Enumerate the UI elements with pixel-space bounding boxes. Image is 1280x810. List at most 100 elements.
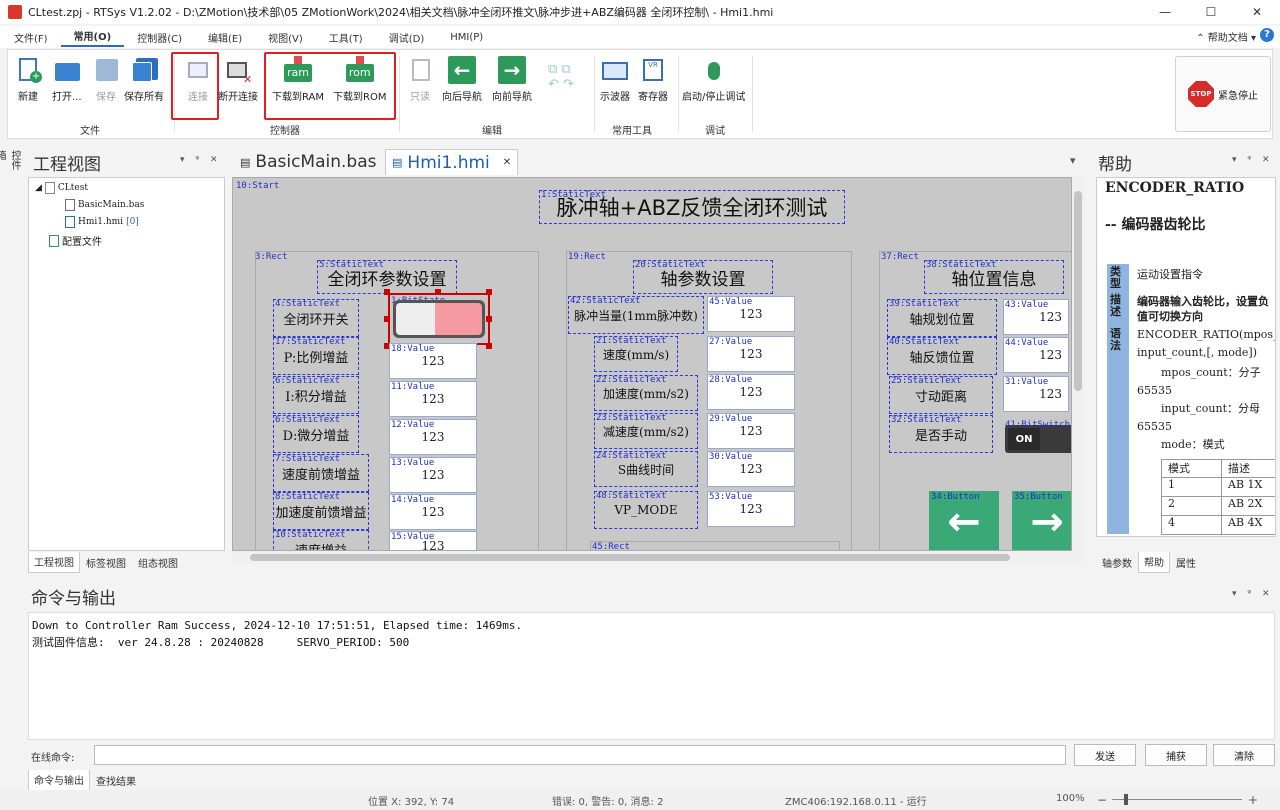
hmi-tab-icon: ▤ xyxy=(392,156,403,169)
bitstate-toggle[interactable] xyxy=(393,300,485,338)
static-p-gain[interactable]: P:比例增益 xyxy=(273,337,359,375)
zoom-slider[interactable] xyxy=(1112,799,1242,800)
hmi-design-canvas[interactable]: 10:Start 1:StaticText 脉冲轴+ABZ反馈全闭环测试 3:R… xyxy=(232,177,1072,551)
value-label: 13:Value xyxy=(391,458,435,468)
bitswitch-label: 41:BitSwitch xyxy=(1005,420,1071,430)
menu-common[interactable]: 常用(O) xyxy=(60,28,125,47)
canvas-horizontal-scrollbar[interactable] xyxy=(232,551,1084,564)
static-vp-mode[interactable]: VP_MODE xyxy=(594,491,698,529)
register-button[interactable]: VR 寄存器 xyxy=(638,56,668,103)
table-row: 1 AB 1X xyxy=(1161,478,1275,497)
undo-redo-icons[interactable]: ⧉ ⧉ ↶ ↷ xyxy=(548,62,574,92)
tree-file-hmi[interactable]: Hmi1.hmi [0] xyxy=(65,216,139,228)
readonly-button[interactable]: 只读 xyxy=(406,56,434,103)
tree-config[interactable]: 配置文件 xyxy=(49,233,102,248)
menu-file[interactable]: 文件(F) xyxy=(0,30,61,45)
rect-label: 3:Rect xyxy=(255,252,288,262)
project-view-title: 工程视图 xyxy=(33,155,101,175)
help-heading: ENCODER_RATIO xyxy=(1105,180,1245,196)
menu-tools[interactable]: 工具(T) xyxy=(316,30,376,45)
emergency-stop-button[interactable]: STOP 紧急停止 xyxy=(1175,56,1271,132)
zoom-in-button[interactable]: + xyxy=(1248,793,1258,807)
save-all-icon xyxy=(130,56,158,84)
menu-controller[interactable]: 控制器(C) xyxy=(124,30,195,45)
highlight-connect xyxy=(171,52,219,120)
ribbon-separator xyxy=(399,56,400,132)
toolbox-side-tab[interactable]: 控件箱 xyxy=(0,148,22,178)
new-button[interactable]: + 新建 xyxy=(14,56,42,103)
online-command-input[interactable] xyxy=(94,745,1066,765)
static-pulse-equivalent[interactable]: 脉冲当量(1mm脉冲数) xyxy=(568,296,704,334)
value-label: 27:Value xyxy=(709,337,753,347)
static-accel-feedforward[interactable]: 加速度前馈增益 xyxy=(273,492,369,530)
save-button[interactable]: 保存 xyxy=(92,56,120,103)
help-doc-link[interactable]: ⌃ 帮助文档 ▾ xyxy=(1196,29,1256,44)
static-feedback-position[interactable]: 轴反馈位置 xyxy=(887,337,997,375)
maximize-button[interactable]: ☐ xyxy=(1188,0,1234,24)
static-s-curve-time[interactable]: S曲线时间 xyxy=(594,451,698,487)
send-button[interactable]: 发送 xyxy=(1074,744,1136,766)
tab-config-view[interactable]: 组态视图 xyxy=(132,552,184,573)
static-closed-loop-switch[interactable]: 全闭环开关 xyxy=(273,299,359,337)
nav-back-button[interactable]: ← 向后导航 xyxy=(442,56,482,103)
tab-close-icon[interactable]: ✕ xyxy=(503,157,511,168)
value-label: 43:Value xyxy=(1005,300,1049,310)
static-acceleration[interactable]: 加速度(mm/s2) xyxy=(594,375,698,411)
clear-button[interactable]: 清除 xyxy=(1213,744,1275,766)
menu-edit[interactable]: 编辑(E) xyxy=(195,30,255,45)
command-panel-controls[interactable]: ▾ ᵠ ✕ xyxy=(1232,589,1274,599)
disconnect-icon: ✕ xyxy=(224,56,252,86)
tab-tag-view[interactable]: 标签视图 xyxy=(80,552,132,573)
static-speed[interactable]: 速度(mm/s) xyxy=(594,336,678,372)
hmi-file-icon xyxy=(65,216,75,228)
tab-search-results[interactable]: 查找结果 xyxy=(90,770,142,791)
static-planned-position[interactable]: 轴规划位置 xyxy=(887,299,997,337)
zoom-out-button[interactable]: − xyxy=(1097,793,1107,807)
tab-hmi1[interactable]: ▤ Hmi1.hmi ✕ xyxy=(385,149,519,175)
zoom-slider-thumb[interactable] xyxy=(1124,794,1128,805)
tab-axis-params[interactable]: 轴参数 xyxy=(1096,552,1138,573)
tab-command-output[interactable]: 命令与输出 xyxy=(28,770,90,791)
tab-dropdown-icon[interactable]: ▾ xyxy=(1070,154,1076,167)
status-zoom: 100% xyxy=(1056,793,1085,804)
capture-button[interactable]: 捕获 xyxy=(1145,744,1207,766)
button-label: 34:Button xyxy=(931,492,980,502)
minimize-button[interactable]: — xyxy=(1142,0,1188,24)
project-panel-controls[interactable]: ▾ ᵠ ✕ xyxy=(180,155,222,165)
scope-button[interactable]: 示波器 xyxy=(600,56,630,103)
static-speed-gain[interactable]: 速度增益 xyxy=(273,530,369,550)
debug-button[interactable]: 启动/停止调试 xyxy=(682,56,745,103)
hmi-title[interactable]: 脉冲轴+ABZ反馈全闭环测试 xyxy=(539,190,845,224)
tree-file-bas[interactable]: BasicMain.bas xyxy=(65,199,144,211)
help-desc-key: 描述 xyxy=(1110,293,1121,318)
section-axis-position[interactable]: 轴位置信息 xyxy=(924,260,1064,294)
menu-view[interactable]: 视图(V) xyxy=(255,30,316,45)
nav-forward-button[interactable]: → 向前导航 xyxy=(492,56,532,103)
menu-debug[interactable]: 调试(D) xyxy=(376,30,438,45)
close-button[interactable]: ✕ xyxy=(1234,0,1280,24)
menu-hmi[interactable]: HMI(P) xyxy=(437,32,496,43)
help-panel-controls[interactable]: ▾ ᵠ ✕ xyxy=(1232,155,1274,165)
ribbon-separator xyxy=(752,56,753,132)
tab-properties[interactable]: 属性 xyxy=(1170,552,1202,573)
tab-basicmain[interactable]: ▤ BasicMain.bas xyxy=(234,149,382,175)
disconnect-button[interactable]: ✕ 断开连接 xyxy=(218,56,258,103)
static-manual-mode[interactable]: 是否手动 xyxy=(889,415,993,453)
tree-root[interactable]: ◢ CLtest xyxy=(35,182,88,194)
static-jog-distance[interactable]: 寸动距离 xyxy=(889,376,993,414)
static-deceleration[interactable]: 减速度(mm/s2) xyxy=(594,413,698,449)
tab-project-view[interactable]: 工程视图 xyxy=(28,552,80,573)
status-controller: ZMC406:192.168.0.11 - 运行 xyxy=(785,797,927,808)
static-d-gain[interactable]: D:微分增益 xyxy=(273,415,359,453)
section-axis-params[interactable]: 轴参数设置 xyxy=(633,260,773,294)
output-line: Down to Controller Ram Success, 2024-12-… xyxy=(32,619,523,632)
static-i-gain[interactable]: I:积分增益 xyxy=(273,376,359,414)
help-question-icon[interactable]: ? xyxy=(1260,28,1274,42)
tab-help[interactable]: 帮助 xyxy=(1138,552,1170,573)
help-content: ENCODER_RATIO -- 编码器齿轮比 类型 运动设置指令 描述 编码器… xyxy=(1096,177,1276,537)
canvas-vertical-scrollbar[interactable] xyxy=(1072,177,1084,551)
static-speed-feedforward[interactable]: 速度前馈增益 xyxy=(273,454,369,492)
open-button[interactable]: 打开... xyxy=(52,56,82,103)
save-all-button[interactable]: 保存所有 xyxy=(124,56,164,103)
ribbon-separator xyxy=(678,56,679,132)
